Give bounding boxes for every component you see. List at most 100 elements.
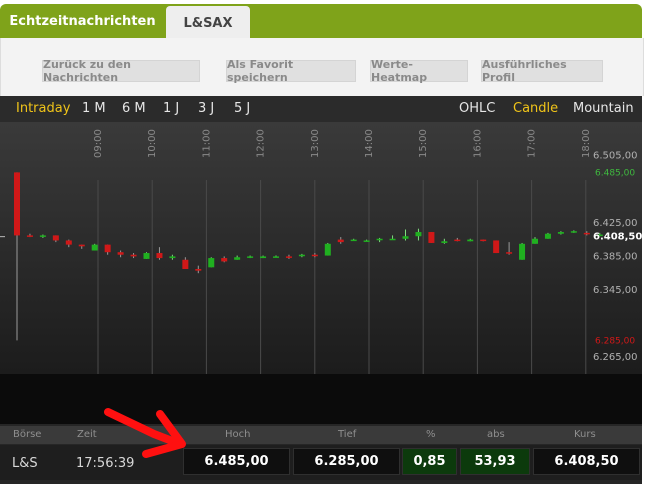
header-kurs: Kurs: [574, 429, 596, 440]
candle-body: [363, 240, 370, 242]
candle-body: [415, 232, 422, 237]
candle-body: [570, 231, 577, 233]
header-boerse: Börse: [13, 429, 42, 440]
candle-body: [156, 253, 163, 259]
candle-body: [130, 254, 137, 257]
header-zeit: Zeit: [77, 429, 97, 440]
quote-table-header: Börse Zeit Hoch Tief % abs Kurs: [0, 426, 642, 444]
candle-body: [39, 235, 46, 237]
candle-body: [441, 241, 448, 243]
candle-body: [544, 233, 551, 239]
high-label: 6.485,00: [595, 168, 635, 178]
candle-body: [285, 256, 292, 258]
candle-body: [117, 252, 124, 255]
y-tick-label: 6.385,00: [593, 251, 638, 262]
low-label: 6.285,00: [595, 336, 635, 346]
candle-body: [428, 232, 435, 243]
x-tick-label: 09:00: [93, 129, 104, 158]
candle-body: [532, 238, 538, 244]
x-tick-label: 16:00: [472, 129, 483, 158]
last-price-label: 6.408,50: [593, 232, 642, 243]
period-3j[interactable]: 3 J: [198, 101, 214, 116]
candlestick-chart: 09:00 10:00 11:00 12:00 13:00 14:00 15:00 16:00…: [0, 122, 642, 374]
x-tick-label: 11:00: [201, 129, 212, 158]
header-pct: %: [426, 429, 436, 440]
candle-body: [480, 239, 487, 242]
candle-body: [376, 238, 383, 241]
candle-body: [298, 254, 305, 257]
tab-echtzeitnachrichten[interactable]: Echtzeitnachrichten: [0, 4, 165, 38]
header-tief: Tief: [338, 429, 357, 440]
type-candle[interactable]: Candle: [513, 101, 558, 116]
back-to-news-button[interactable]: Zurück zu den Nachrichten: [42, 58, 200, 84]
candle-body: [337, 239, 344, 243]
cell-pct: 0,85: [402, 448, 457, 475]
heatmap-button[interactable]: Werte-Heatmap: [370, 58, 468, 84]
candle-body: [65, 240, 72, 245]
candle-body: [14, 172, 20, 236]
cell-abs: 53,93: [460, 448, 530, 475]
x-tick-label: 17:00: [527, 129, 538, 158]
candle-body: [221, 258, 228, 262]
period-selector: Intraday 1 M 6 M 1 J 3 J 5 J OHLC Candle…: [0, 96, 642, 123]
tab-lsax[interactable]: L&SAX: [166, 6, 250, 40]
candle-body: [182, 259, 189, 269]
cell-exchange: L&S: [12, 456, 38, 471]
candle-body: [467, 239, 474, 242]
x-tick-label: 12:00: [256, 129, 267, 158]
save-favorite-button[interactable]: Als Favorit speichern: [226, 58, 356, 84]
candle-body: [169, 256, 176, 259]
candle-body: [493, 240, 500, 254]
type-ohlc[interactable]: OHLC: [459, 101, 495, 116]
cell-tief: 6.285,00: [293, 448, 400, 475]
candle-body: [583, 232, 590, 235]
y-tick-label: 6.505,00: [593, 151, 638, 162]
candle-body: [557, 232, 564, 234]
y-tick-label: 6.425,00: [593, 218, 638, 229]
period-6m[interactable]: 6 M: [122, 101, 146, 116]
candle-body: [402, 236, 409, 239]
header-hoch: Hoch: [225, 429, 251, 440]
period-intraday[interactable]: Intraday: [16, 101, 70, 116]
header-abs: abs: [487, 429, 505, 440]
y-tick-label: 6.265,00: [593, 352, 638, 363]
x-tick-label: 10:00: [147, 129, 158, 158]
quote-table-row: L&S 17:56:39 6.485,00 6.285,00 0,85 53,9…: [0, 445, 642, 480]
candle-body: [52, 235, 59, 241]
cell-hoch: 6.485,00: [183, 448, 290, 475]
candle-body: [350, 239, 357, 242]
cell-kurs: 6.408,50: [533, 448, 640, 475]
candle-body: [260, 256, 267, 259]
period-5j[interactable]: 5 J: [234, 101, 250, 116]
candle-body: [454, 239, 461, 242]
x-tick-label: 15:00: [418, 129, 429, 158]
tab-bar: Echtzeitnachrichten L&SAX: [0, 0, 646, 40]
candle-body: [78, 244, 85, 247]
period-1m[interactable]: 1 M: [82, 101, 106, 116]
candle-body: [208, 258, 215, 268]
candle-body: [26, 235, 33, 237]
candle-body: [234, 257, 241, 260]
period-1j[interactable]: 1 J: [163, 101, 179, 116]
candle-body: [104, 244, 111, 253]
y-tick-label: 6.345,00: [593, 285, 638, 296]
full-profile-button[interactable]: Ausführliches Profil: [481, 58, 603, 84]
chart-bottom-band: [0, 374, 642, 424]
type-mountain[interactable]: Mountain: [573, 101, 634, 116]
x-tick-label: 18:00: [581, 129, 592, 158]
candle-body: [389, 238, 396, 241]
candle-body: [324, 243, 331, 256]
chart-panel: Intraday 1 M 6 M 1 J 3 J 5 J OHLC Candle…: [0, 96, 642, 484]
candle-body: [195, 269, 202, 271]
candle-body: [91, 244, 98, 251]
candle-body: [311, 254, 318, 257]
x-tick-label: 13:00: [310, 129, 321, 158]
candle-body: [519, 243, 526, 260]
toolbar: Zurück zu den Nachrichten Als Favorit sp…: [0, 38, 644, 96]
x-tick-label: 14:00: [364, 129, 375, 158]
red-annotation-arrow: [104, 408, 186, 458]
candle-body: [247, 256, 254, 258]
candle-body: [143, 253, 150, 259]
candle-body: [506, 252, 513, 254]
candle-body: [273, 256, 279, 258]
